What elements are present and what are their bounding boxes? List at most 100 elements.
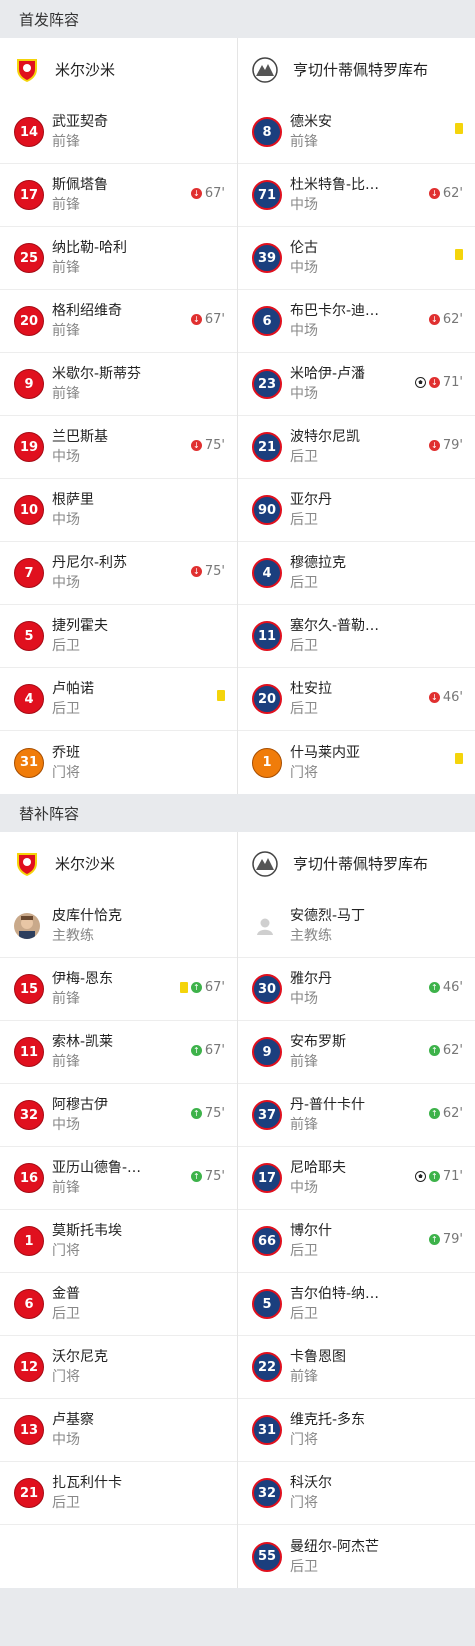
coach-row[interactable]: 安德烈-马丁 主教练 [238,895,475,958]
player-info: 雅尔丹 中场 [290,969,332,1009]
player-row[interactable]: 15 伊梅-恩东 前锋 ↑ 67' [0,958,237,1021]
player-row[interactable]: 1 莫斯托韦埃 门将 [0,1210,237,1273]
player-row[interactable]: 12 沃尔尼克 门将 [0,1336,237,1399]
player-row[interactable]: 11 索林-凯莱 前锋 ↑ 67' [0,1021,237,1084]
player-name: 科沃尔 [290,1475,332,1491]
sub-out-arrow-icon: ↓ [428,188,440,199]
player-info: 博尔什 后卫 [290,1221,332,1261]
player-row[interactable]: 20 格利绍维奇 前锋 ↓ 67' [0,290,237,353]
player-row[interactable]: 21 波特尔尼凯 后卫 ↓ 79' [238,416,475,479]
sub-in-arrow-icon: ↑ [190,1108,202,1119]
player-row[interactable]: 32 阿穆古伊 中场 ↑ 75' [0,1084,237,1147]
player-position: 门将 [290,1432,318,1448]
sub-minute: 62' [442,186,463,201]
player-row[interactable]: 90 亚尔丹 后卫 [238,479,475,542]
player-row[interactable]: 17 斯佩塔鲁 前锋 ↓ 67' [0,164,237,227]
player-events: ↑ 79' [428,1232,463,1247]
player-row[interactable]: 39 伦古 中场 [238,227,475,290]
player-info: 兰巴斯基 中场 [52,427,108,467]
jersey-number-badge: 32 [14,1100,44,1130]
player-position: 前锋 [290,134,318,150]
player-row[interactable]: 4 穆德拉克 后卫 [238,542,475,605]
player-row[interactable]: 66 博尔什 后卫 ↑ 79' [238,1210,475,1273]
player-row[interactable]: 9 米歇尔-斯蒂芬 前锋 [0,353,237,416]
player-row[interactable]: 5 捷列霍夫 后卫 [0,605,237,668]
player-name: 雅尔丹 [290,971,332,987]
player-row[interactable]: 31 乔班 门将 [0,731,237,794]
mountain-crest-icon [252,56,278,83]
player-row[interactable]: 20 杜安拉 后卫 ↓ 46' [238,668,475,731]
player-info: 丹-普什卡什 前锋 [290,1095,365,1135]
home-column: 米尔沙米 14 武亚契奇 前锋 17 斯佩塔鲁 前锋 ↓ 67' 25 纳比勒-哈利 前锋 20 格利绍… [0,38,237,794]
player-row[interactable]: 11 塞尔久-普勒… 后卫 [238,605,475,668]
section-header-starting: 首发阵容 [0,0,475,38]
yellow-card-icon [455,249,463,260]
jersey-number-badge: 22 [252,1352,282,1382]
player-row[interactable]: 6 布巴卡尔-迪… 中场 ↓ 62' [238,290,475,353]
player-info: 亚尔丹 后卫 [290,490,332,530]
jersey-number-badge: 32 [252,1478,282,1508]
player-row[interactable]: 55 曼纽尔-阿杰芒 后卫 [238,1525,475,1588]
jersey-number-badge: 4 [252,558,282,588]
coach-avatar [14,913,40,939]
substitutes: 米尔沙米 皮库什恰克 主教练 15 伊梅-恩东 前锋 ↑ 67' 11 索林-凯莱 前锋 ↑ 67… [0,832,475,1588]
away-team-header[interactable]: 亨切什蒂佩特罗库布 [238,38,475,101]
player-info: 卡鲁恩图 前锋 [290,1347,346,1387]
player-name: 米哈伊-卢潘 [290,366,366,382]
sub-in-arrow-icon: ↑ [190,982,202,993]
player-position: 中场 [290,1180,318,1196]
player-info: 杜米特鲁-比… 中场 [290,175,379,215]
player-row[interactable]: 37 丹-普什卡什 前锋 ↑ 62' [238,1084,475,1147]
player-row[interactable]: 14 武亚契奇 前锋 [0,101,237,164]
player-row[interactable]: 9 安布罗斯 前锋 ↑ 62' [238,1021,475,1084]
player-position: 前锋 [52,134,80,150]
player-position: 后卫 [290,449,318,465]
player-info: 什马莱内亚 门将 [290,743,360,783]
player-events: ↓ 62' [428,312,463,327]
player-row[interactable]: 71 杜米特鲁-比… 中场 ↓ 62' [238,164,475,227]
player-row[interactable]: 1 什马莱内亚 门将 [238,731,475,794]
player-info: 格利绍维奇 前锋 [52,301,122,341]
player-row[interactable]: 5 吉尔伯特-纳… 后卫 [238,1273,475,1336]
sub-in-arrow-icon: ↑ [428,1171,440,1182]
player-name: 沃尔尼克 [52,1349,108,1365]
yellow-card-icon [179,982,188,993]
player-info: 金普 后卫 [52,1284,80,1324]
away-team-header[interactable]: 亨切什蒂佩特罗库布 [238,832,475,895]
player-row[interactable]: 13 卢基察 中场 [0,1399,237,1462]
player-row[interactable]: 7 丹尼尔-利苏 中场 ↓ 75' [0,542,237,605]
sub-in-arrow-icon: ↑ [190,1045,202,1056]
player-position: 后卫 [290,1558,318,1575]
player-row[interactable]: 16 亚历山德鲁-… 前锋 ↑ 75' [0,1147,237,1210]
player-name: 纳比勒-哈利 [52,240,128,256]
player-row[interactable]: 6 金普 后卫 [0,1273,237,1336]
player-row[interactable]: 32 科沃尔 门将 [238,1462,475,1525]
coach-row[interactable]: 皮库什恰克 主教练 [0,895,237,958]
player-row[interactable]: 17 尼哈耶夫 中场 ↑ 71' [238,1147,475,1210]
player-name: 丹尼尔-利苏 [52,555,128,571]
player-row[interactable]: 22 卡鲁恩图 前锋 [238,1336,475,1399]
player-name: 捷列霍夫 [52,618,108,634]
shield-crest-icon [14,57,40,83]
player-name: 伦古 [290,240,318,256]
player-position: 前锋 [52,1180,80,1196]
player-row[interactable]: 23 米哈伊-卢潘 中场 ↓ 71' [238,353,475,416]
player-row[interactable]: 19 兰巴斯基 中场 ↓ 75' [0,416,237,479]
player-name: 米歇尔-斯蒂芬 [52,366,142,382]
player-name: 杜米特鲁-比… [290,177,380,193]
sub-minute: 62' [442,312,463,327]
player-row[interactable]: 4 卢帕诺 后卫 [0,668,237,731]
player-row[interactable]: 8 德米安 前锋 [238,101,475,164]
player-row[interactable]: 31 维克托-多东 门将 [238,1399,475,1462]
player-info: 丹尼尔-利苏 中场 [52,553,127,593]
player-row[interactable]: 25 纳比勒-哈利 前锋 [0,227,237,290]
home-team-header[interactable]: 米尔沙米 [0,38,237,101]
player-position: 前锋 [52,1054,80,1070]
home-team-header[interactable]: 米尔沙米 [0,832,237,895]
player-row[interactable]: 30 雅尔丹 中场 ↑ 46' [238,958,475,1021]
player-position: 中场 [290,386,318,402]
sub-minute: 71' [442,375,463,390]
player-row[interactable]: 21 扎瓦利什卡 后卫 [0,1462,237,1525]
player-info: 伦古 中场 [290,238,318,278]
player-row[interactable]: 10 根萨里 中场 [0,479,237,542]
